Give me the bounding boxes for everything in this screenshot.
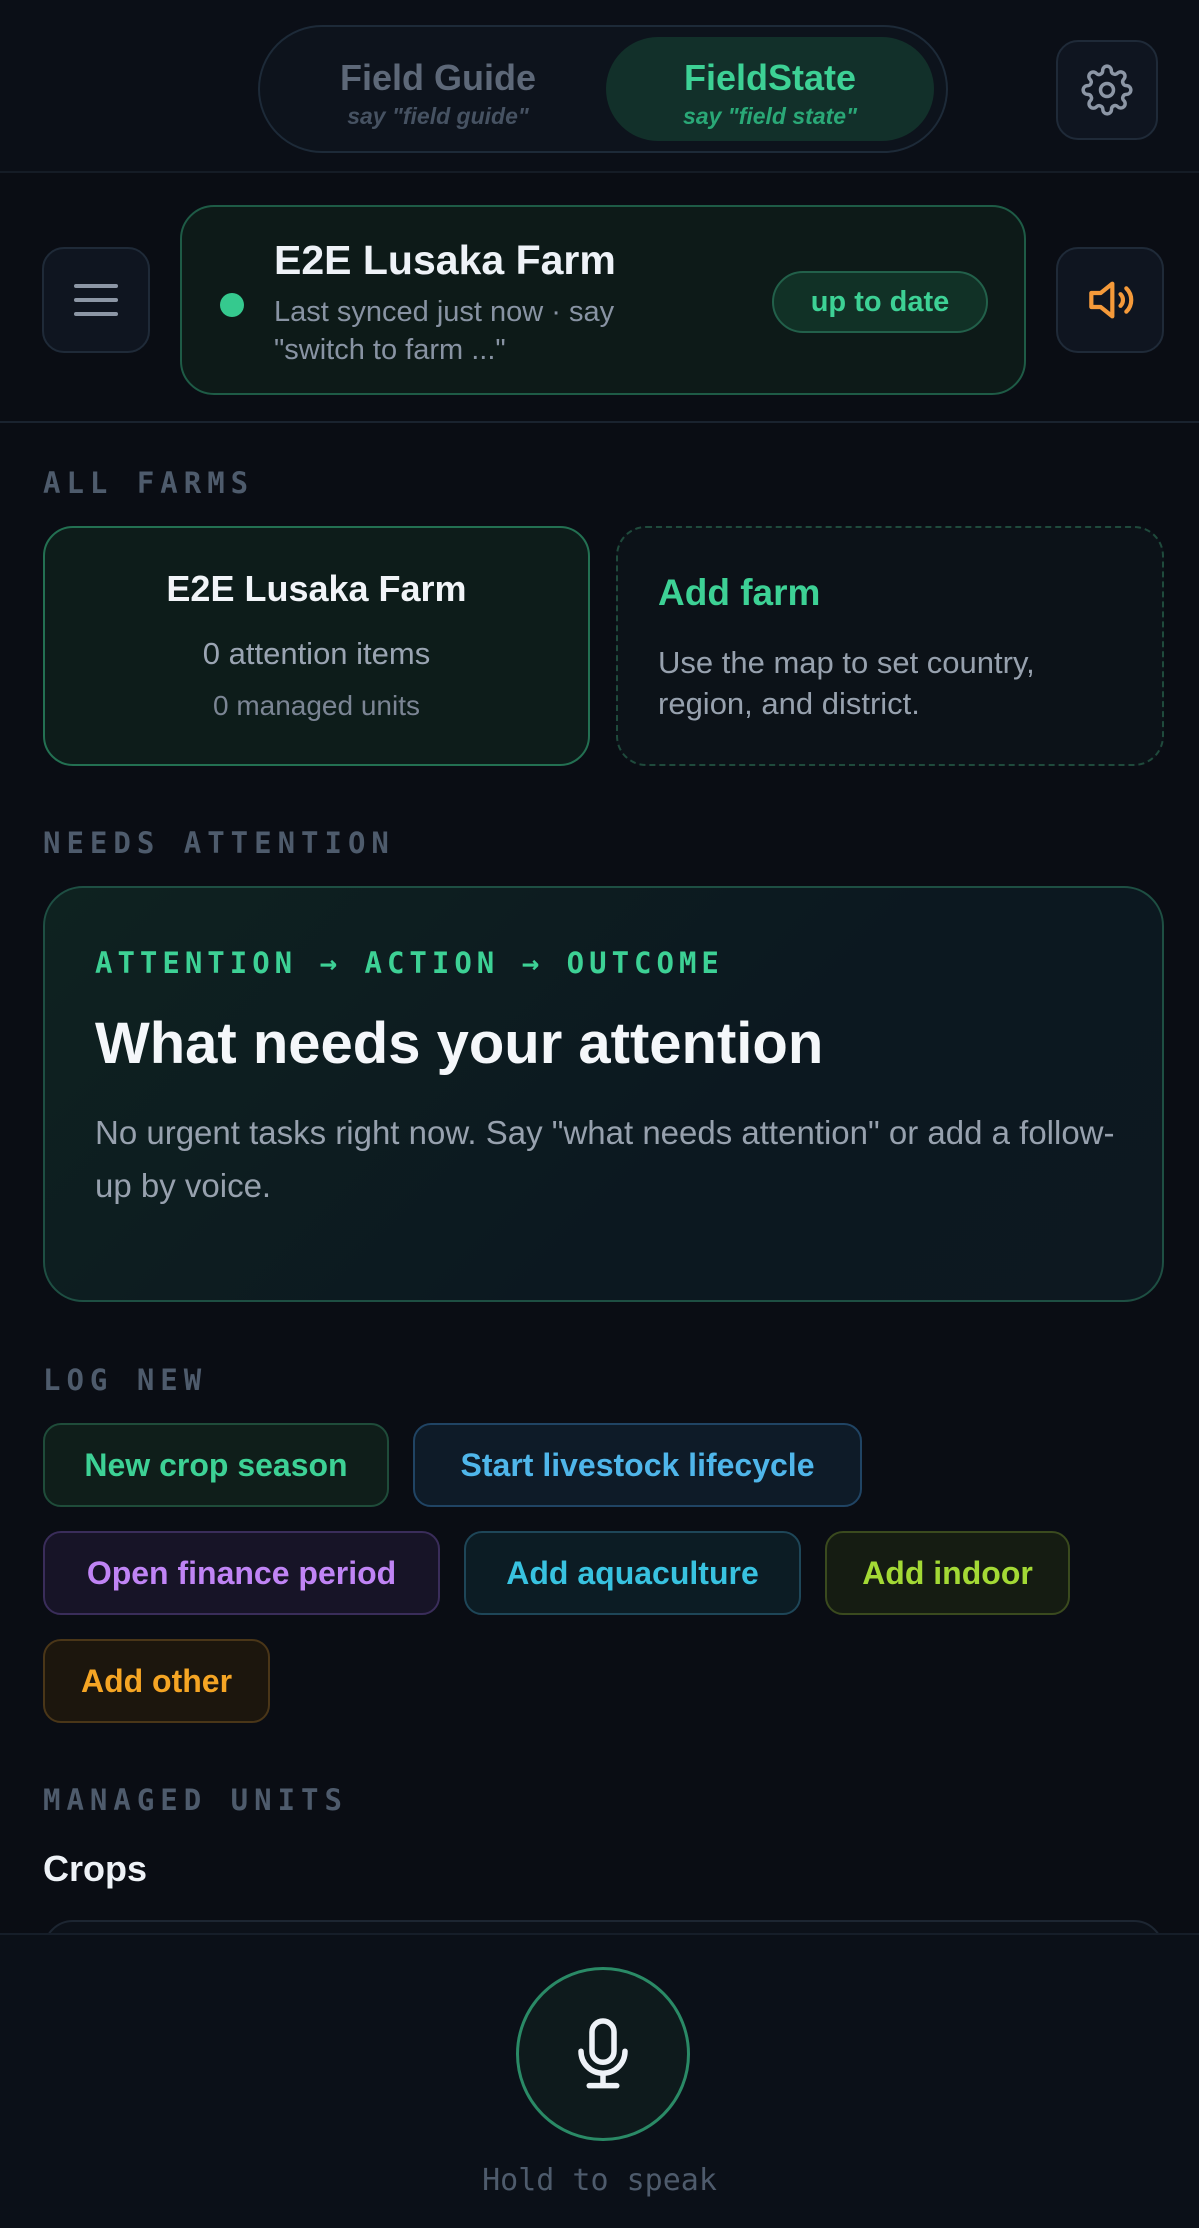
field-state-hint: say "field state" — [683, 103, 857, 129]
add-farm-button[interactable]: Add farm Use the map to set country, reg… — [616, 526, 1164, 766]
microphone-icon — [578, 2018, 628, 2089]
crops-heading: Crops — [43, 1848, 148, 1889]
hamburger-icon — [74, 284, 118, 316]
field-state-tab[interactable]: FieldState say "field state" — [606, 37, 934, 141]
gear-icon — [1081, 64, 1133, 116]
hold-to-speak-hint: Hold to speak — [482, 2163, 717, 2198]
field-guide-hint: say "field guide" — [347, 103, 529, 129]
speaker-button[interactable] — [1056, 247, 1164, 353]
farm-tile-attention: 0 attention items — [202, 636, 431, 671]
add-indoor-button[interactable]: Add indoor — [825, 1531, 1070, 1615]
voice-bar: Hold to speak — [0, 1933, 1199, 2228]
new-crop-season-button[interactable]: New crop season — [43, 1423, 389, 1507]
sync-text: Last synced just now · say "switch to fa… — [274, 296, 615, 366]
attention-title: What needs your attention — [95, 1011, 824, 1076]
microphone-button[interactable] — [516, 1967, 690, 2141]
attention-description: No urgent tasks right now. Say "what nee… — [95, 1114, 1115, 1204]
mode-toggle: Field Guide say "field guide" FieldState… — [258, 25, 948, 153]
menu-button[interactable] — [42, 247, 150, 353]
current-farm-card[interactable]: E2E Lusaka Farm Last synced just now · s… — [180, 205, 1026, 395]
open-finance-period-button[interactable]: Open finance period — [43, 1531, 440, 1615]
top-header: Field Guide say "field guide" FieldState… — [0, 0, 1199, 173]
needs-attention-heading: NEEDS ATTENTION — [43, 826, 395, 860]
status-badge: up to date — [772, 271, 988, 333]
attention-kicker: ATTENTION → ACTION → OUTCOME — [95, 946, 724, 980]
speaker-icon — [1089, 281, 1134, 319]
sync-status-dot — [220, 293, 244, 317]
add-farm-description: Use the map to set country, region, and … — [658, 645, 1035, 721]
log-new-heading: LOG NEW — [43, 1363, 208, 1397]
farm-tile-units: 0 managed units — [212, 690, 421, 721]
field-guide-label: Field Guide — [339, 57, 536, 98]
farm-tile[interactable]: E2E Lusaka Farm 0 attention items 0 mana… — [43, 526, 590, 766]
farm-tile-name: E2E Lusaka Farm — [166, 568, 467, 609]
all-farms-heading: ALL FARMS — [43, 466, 255, 500]
field-state-label: FieldState — [683, 57, 857, 98]
field-guide-tab[interactable]: Field Guide say "field guide" — [274, 37, 602, 141]
managed-units-heading: MANAGED UNITS — [43, 1783, 348, 1817]
settings-button[interactable] — [1056, 40, 1158, 140]
add-other-button[interactable]: Add other — [43, 1639, 270, 1723]
attention-card: ATTENTION → ACTION → OUTCOME What needs … — [43, 886, 1164, 1302]
farm-name: E2E Lusaka Farm — [274, 237, 616, 283]
add-farm-title: Add farm — [658, 572, 821, 613]
start-livestock-lifecycle-button[interactable]: Start livestock lifecycle — [413, 1423, 862, 1507]
add-aquaculture-button[interactable]: Add aquaculture — [464, 1531, 801, 1615]
farm-header: E2E Lusaka Farm Last synced just now · s… — [0, 175, 1199, 423]
